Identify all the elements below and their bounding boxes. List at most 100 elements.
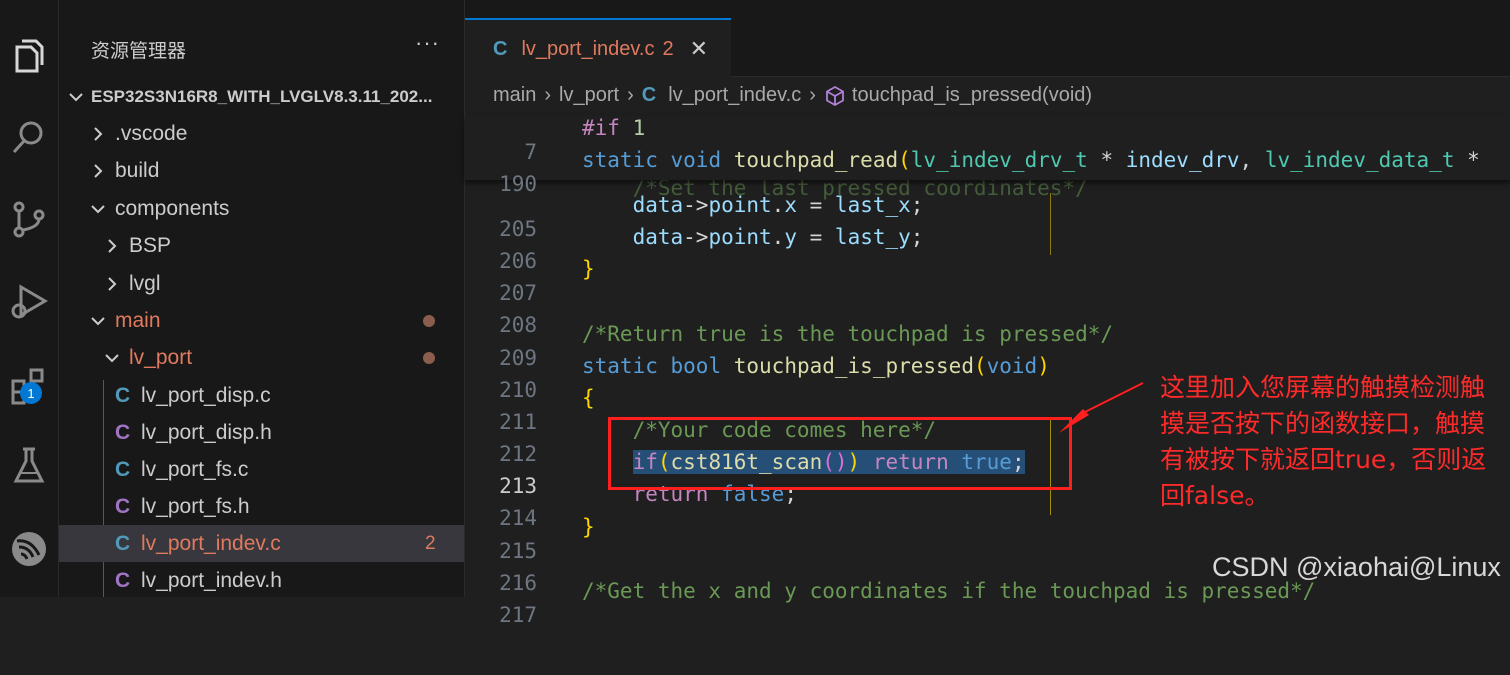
code-text: }: [582, 257, 595, 281]
chevron-right-icon: ›: [627, 84, 634, 106]
code-line[interactable]: 217 /*Get the x and y coordinates if the…: [465, 579, 1510, 627]
more-actions-icon[interactable]: ···: [415, 30, 440, 56]
code-text: /*Get the x and y coordinates if the tou…: [582, 579, 1316, 603]
code-line[interactable]: 206 data->point.y = last_y;: [465, 225, 1510, 273]
project-root[interactable]: ESP32S3N16R8_WITH_LVGLV8.3.11_202...: [59, 78, 464, 115]
tree-item-label: components: [115, 196, 230, 220]
highlight-box: [608, 417, 1072, 490]
tree-item-build[interactable]: build: [59, 152, 464, 189]
code-line[interactable]: 208: [465, 289, 1510, 337]
code-text: }: [582, 515, 595, 539]
tree-item-lv-port-indev-h[interactable]: C lv_port_indev.h: [59, 562, 464, 599]
chevron-right-icon: [94, 163, 103, 178]
line-number: 217: [499, 603, 537, 627]
explorer-icon[interactable]: [0, 28, 58, 86]
code-text: /*Return true is the touchpad is pressed…: [582, 322, 1114, 346]
h-file-icon: C: [115, 494, 131, 518]
code-text: static bool touchpad_is_pressed(void): [582, 354, 1050, 378]
chevron-right-icon: ›: [544, 84, 552, 106]
testing-icon[interactable]: [0, 436, 58, 494]
explorer-sidebar: 资源管理器 ··· ESP32S3N16R8_WITH_LVGLV8.3.11_…: [59, 0, 465, 597]
code-text: {: [582, 386, 595, 410]
search-icon[interactable]: [0, 108, 58, 166]
tree-item-label: lv_port_fs.c: [141, 457, 249, 481]
modified-dot: [423, 315, 435, 327]
tree-item-label: main: [115, 308, 161, 332]
tree-item-label: BSP: [129, 233, 172, 257]
chevron-down-icon: [91, 316, 105, 325]
sticky-scroll: 7 #if 1 190 static void touchpad_read(lv…: [465, 116, 1510, 196]
breadcrumb-file[interactable]: lv_port_indev.c: [668, 84, 801, 107]
code-line[interactable]: 190 static void touchpad_read(lv_indev_d…: [465, 148, 1510, 196]
code-line[interactable]: 7 #if 1: [465, 116, 1510, 164]
h-file-icon: C: [115, 420, 131, 444]
chevron-down-icon: [69, 92, 83, 101]
annotation-text: 这里加入您屏幕的触摸检测触摸是否按下的函数接口，触摸有被按下就返回true，否则…: [1160, 373, 1487, 510]
modified-dot: [423, 352, 435, 364]
annotation-arrow: [1059, 382, 1144, 433]
code-text: data->point.x = last_x;: [632, 193, 924, 217]
tree-item-main[interactable]: main: [59, 302, 464, 339]
code-line[interactable]: 207 }: [465, 257, 1510, 305]
c-file-icon: C: [115, 457, 131, 481]
tree-item-label: lv_port_disp.c: [141, 383, 271, 407]
tree-item-lv-port-fs-h[interactable]: C lv_port_fs.h: [59, 488, 464, 525]
code-line[interactable]: 215 }: [465, 515, 1510, 563]
chevron-right-icon: [108, 276, 117, 291]
tree-item-lv-port-disp-h[interactable]: C lv_port_disp.h: [59, 414, 464, 451]
h-file-icon: C: [115, 568, 131, 592]
project-name: ESP32S3N16R8_WITH_LVGLV8.3.11_202...: [91, 86, 433, 106]
tree-item-label: lvgl: [129, 271, 161, 295]
breadcrumb-main[interactable]: main: [493, 84, 536, 107]
tree-item-label: build: [115, 158, 160, 182]
c-file-icon: C: [115, 531, 131, 555]
source-control-icon[interactable]: [0, 190, 58, 248]
tree-item-label: lv_port_fs.h: [141, 494, 250, 518]
tab-problem-count: 2: [662, 37, 674, 60]
tree-item-components[interactable]: components: [59, 190, 464, 227]
tree-item-label: lv_port_indev.h: [141, 568, 282, 592]
breadcrumb: main › lv_port › C lv_port_indev.c › tou…: [493, 84, 1092, 107]
problem-count: 2: [425, 533, 436, 554]
code-line[interactable]: 205 data->point.x = last_x;: [465, 193, 1510, 241]
c-file-icon: C: [641, 84, 657, 106]
extensions-badge: 1: [20, 382, 42, 404]
tree-item-lv-port[interactable]: lv_port: [59, 339, 464, 376]
title-strip: [465, 0, 1510, 18]
tree-item-label: lv_port: [129, 345, 193, 369]
tree-item-label: lv_port_disp.h: [141, 420, 272, 444]
tree-item-lv-port-indev-c[interactable]: C lv_port_indev.c 2: [59, 525, 464, 562]
tree-item-lv-port-disp-c[interactable]: C lv_port_disp.c: [59, 377, 464, 414]
run-debug-icon[interactable]: [0, 272, 58, 330]
tree-item-bsp[interactable]: BSP: [59, 227, 464, 264]
tab-label: lv_port_indev.c: [521, 37, 655, 60]
chevron-down-icon: [91, 204, 105, 213]
close-icon[interactable]: ✕: [690, 36, 708, 62]
c-file-icon: C: [493, 37, 508, 60]
tree-item-lv-port-fs-c[interactable]: C lv_port_fs.c: [59, 451, 464, 488]
extensions-icon[interactable]: 1: [0, 356, 58, 414]
tab-bar: C lv_port_indev.c 2 ✕: [465, 18, 1510, 78]
espressif-icon[interactable]: [0, 518, 58, 576]
line-number: 190: [499, 172, 537, 196]
tree-item-label: lv_port_indev.c: [141, 531, 281, 555]
code-text: #if 1: [582, 116, 646, 140]
breadcrumb-symbol[interactable]: touchpad_is_pressed(void): [852, 84, 1092, 107]
method-icon: [826, 85, 844, 106]
chevron-down-icon: [105, 353, 119, 362]
code-text: data->point.y = last_y;: [632, 225, 924, 249]
c-file-icon: C: [115, 383, 131, 407]
tree-item-lvgl[interactable]: lvgl: [59, 265, 464, 302]
breadcrumb-lv-port[interactable]: lv_port: [559, 84, 619, 107]
tree-item-vscode[interactable]: .vscode: [59, 115, 464, 152]
chevron-right-icon: [94, 126, 103, 141]
watermark: CSDN @xiaohai@Linux: [1212, 552, 1501, 582]
chevron-right-icon: [108, 238, 117, 253]
activity-bar: 1: [0, 0, 59, 597]
chevron-right-icon: ›: [809, 84, 816, 106]
code-text: static void touchpad_read(lv_indev_drv_t…: [582, 148, 1480, 172]
code-line[interactable]: 209 /*Return true is the touchpad is pre…: [465, 322, 1510, 370]
tree-item-label: .vscode: [115, 121, 188, 145]
explorer-title: 资源管理器: [91, 41, 187, 62]
tab-lv-port-indev-c[interactable]: C lv_port_indev.c 2 ✕: [465, 18, 731, 78]
